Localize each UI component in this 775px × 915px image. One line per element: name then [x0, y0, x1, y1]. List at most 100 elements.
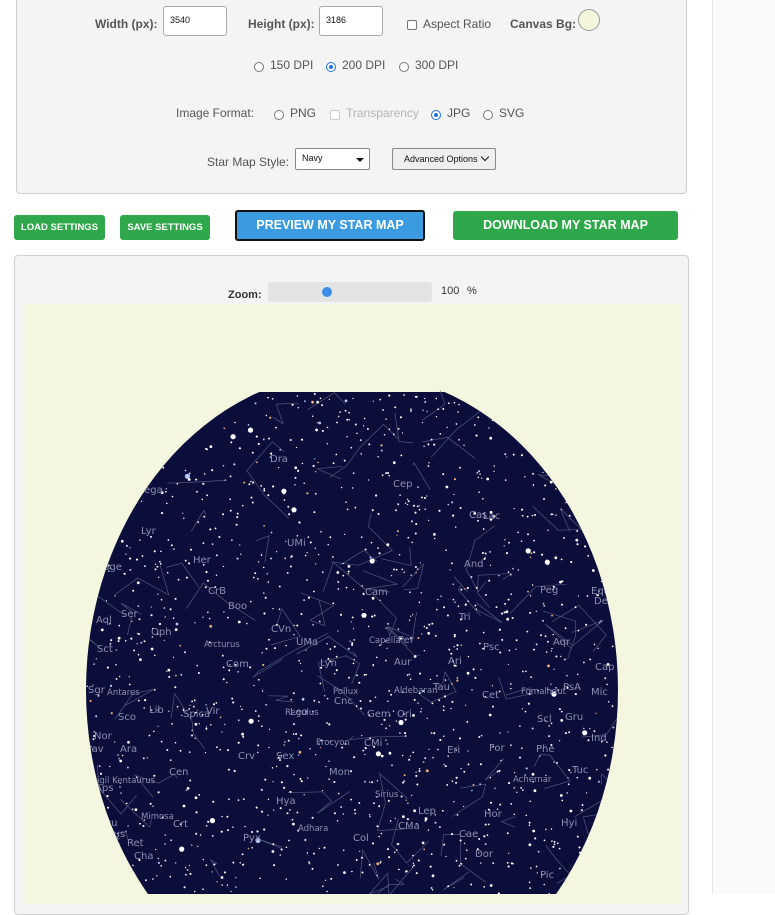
- star: [552, 845, 555, 848]
- constellation-label: Ser: [121, 609, 139, 620]
- star: [440, 595, 442, 597]
- star: [559, 867, 561, 870]
- star: [301, 462, 304, 465]
- height-input[interactable]: 3186: [319, 6, 383, 36]
- star: [597, 647, 599, 650]
- star: [291, 818, 294, 821]
- star: [499, 732, 501, 734]
- star: [427, 443, 430, 446]
- star: [433, 537, 436, 540]
- advanced-options-button[interactable]: Advanced Options: [392, 148, 496, 170]
- star: [478, 736, 481, 738]
- star: [363, 780, 366, 783]
- style-select[interactable]: Navy: [295, 148, 370, 170]
- star: [425, 769, 429, 773]
- star: [278, 608, 281, 610]
- star: [436, 674, 438, 677]
- star: [240, 553, 242, 555]
- star: [222, 666, 225, 669]
- star: [555, 655, 558, 658]
- preview-star-map-button[interactable]: PREVIEW MY STAR MAP: [235, 210, 425, 241]
- star: [343, 871, 346, 874]
- star: [376, 825, 379, 828]
- star: [95, 715, 98, 718]
- zoom-slider-thumb[interactable]: [321, 287, 332, 297]
- download-star-map-button[interactable]: DOWNLOAD MY STAR MAP: [453, 211, 678, 240]
- star: [503, 611, 506, 614]
- star: [466, 586, 469, 590]
- star: [380, 754, 384, 758]
- star: [344, 533, 346, 536]
- star: [207, 820, 210, 823]
- star: [365, 673, 368, 676]
- star: [453, 646, 455, 648]
- star: [482, 528, 485, 530]
- star: [346, 508, 349, 511]
- star: [496, 770, 499, 773]
- star: [472, 668, 475, 671]
- star: [333, 812, 336, 815]
- dpi-200-radio[interactable]: [326, 62, 336, 72]
- canvas-bg-color-picker[interactable]: [578, 9, 600, 31]
- star: [487, 823, 490, 826]
- star: [247, 424, 250, 426]
- constellation-label: Vir: [206, 706, 220, 717]
- star: [377, 456, 379, 458]
- constellation-label: Aldebaran: [394, 686, 438, 696]
- star: [369, 558, 375, 564]
- star: [285, 644, 287, 647]
- star: [219, 748, 222, 751]
- star: [434, 634, 437, 637]
- star: [176, 482, 179, 485]
- star: [508, 649, 511, 652]
- star: [596, 769, 598, 771]
- star: [289, 438, 292, 442]
- star: [507, 731, 509, 733]
- star: [193, 890, 196, 893]
- format-svg-radio[interactable]: [483, 110, 493, 120]
- star: [576, 835, 579, 838]
- dpi-150-radio[interactable]: [254, 62, 264, 72]
- star: [226, 681, 228, 684]
- star: [275, 765, 278, 768]
- star: [328, 760, 330, 762]
- star: [446, 783, 449, 786]
- star: [419, 562, 421, 564]
- load-settings-button[interactable]: LOAD SETTINGS: [14, 215, 105, 240]
- format-png-radio[interactable]: [274, 110, 284, 120]
- zoom-slider[interactable]: [268, 282, 432, 302]
- format-jpg-radio[interactable]: [431, 110, 441, 120]
- star: [250, 480, 252, 483]
- star: [504, 479, 507, 481]
- star: [422, 409, 424, 411]
- star: [337, 588, 340, 590]
- star: [558, 740, 561, 742]
- star: [417, 859, 420, 862]
- star: [320, 530, 322, 533]
- star: [263, 592, 265, 594]
- star: [300, 734, 303, 737]
- star: [195, 478, 198, 481]
- star: [130, 637, 133, 640]
- star: [339, 411, 341, 413]
- star: [390, 574, 393, 577]
- star: [356, 674, 358, 677]
- star: [450, 652, 453, 655]
- star: [444, 695, 447, 698]
- aspect-ratio-checkbox[interactable]: [407, 20, 417, 30]
- star: [510, 574, 512, 576]
- save-settings-button[interactable]: SAVE SETTINGS: [120, 215, 210, 240]
- dpi-300-radio[interactable]: [399, 62, 409, 72]
- star: [346, 436, 348, 438]
- star: [166, 502, 168, 505]
- star: [421, 841, 425, 845]
- constellation-label: Sirius: [375, 790, 399, 800]
- star: [481, 551, 484, 555]
- star: [189, 704, 191, 707]
- width-input[interactable]: 3540: [163, 6, 227, 36]
- constellation-label: Tuc: [571, 765, 588, 776]
- constellation-label: Com: [226, 659, 249, 670]
- star: [374, 696, 377, 698]
- star: [484, 823, 487, 826]
- star: [550, 650, 553, 652]
